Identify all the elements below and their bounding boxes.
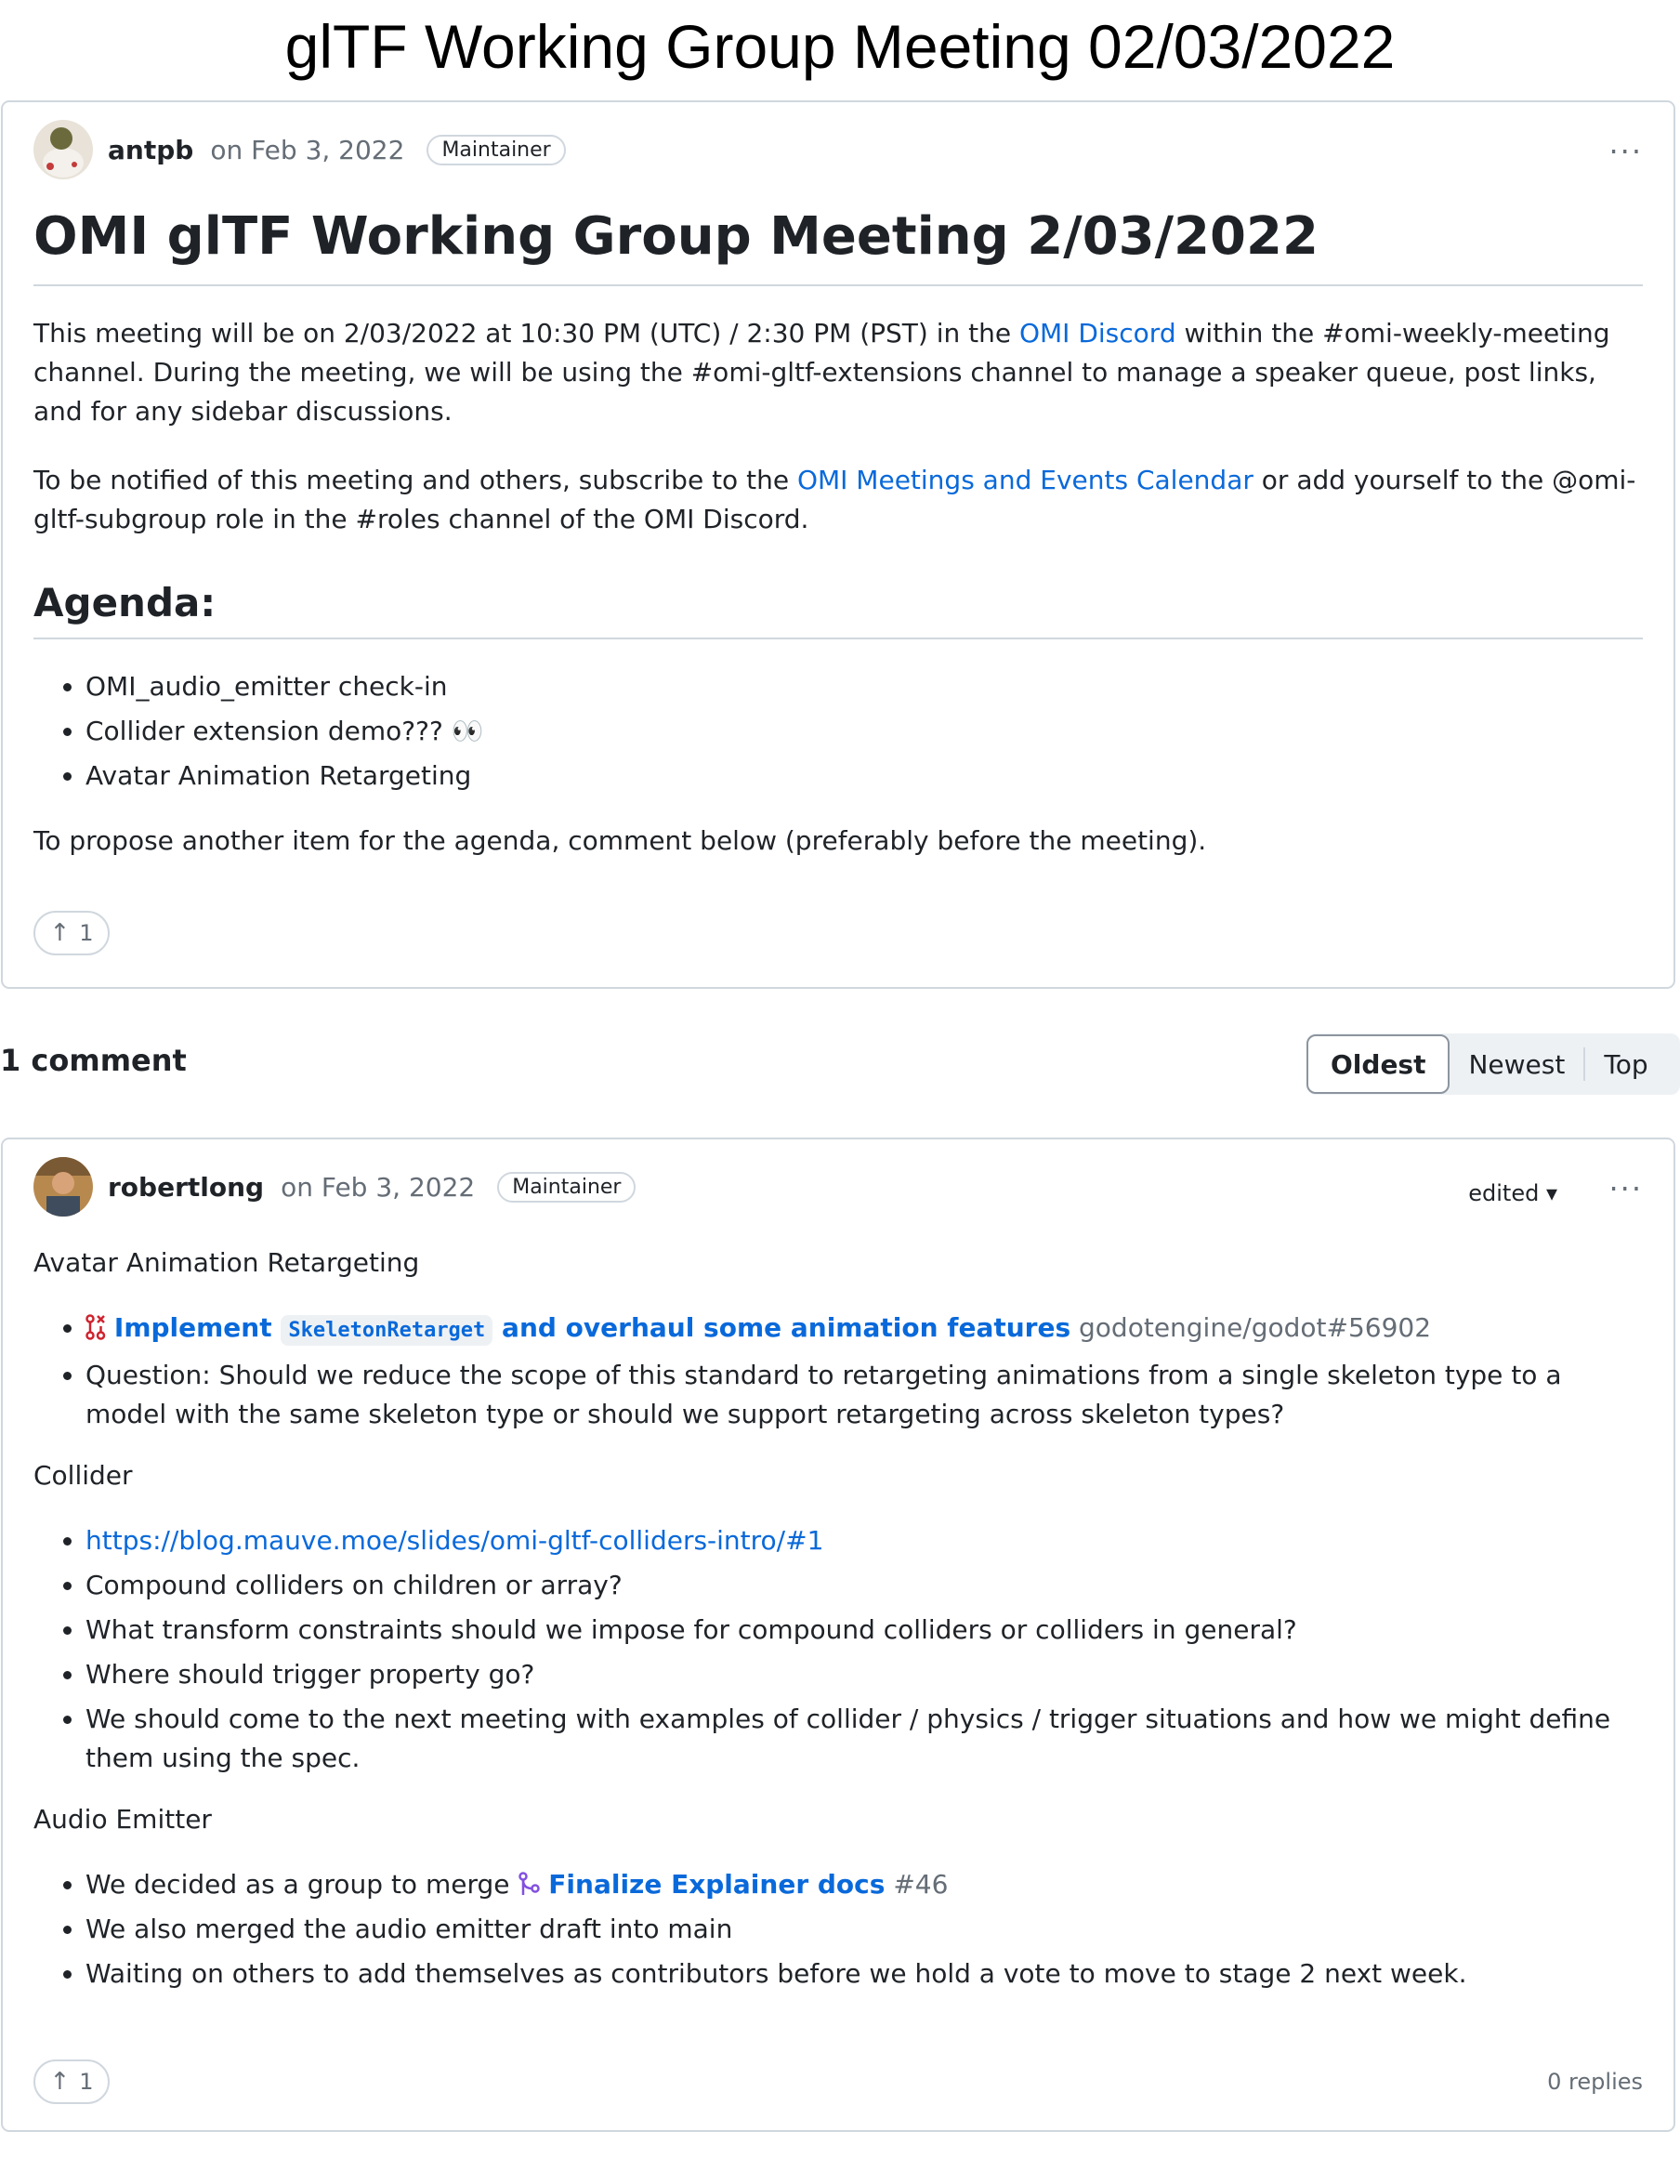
list-item: Question: Should we reduce the scope of …	[85, 1356, 1643, 1434]
agenda-list: OMI_audio_emitter check-in Collider exte…	[33, 667, 1643, 796]
meeting-info-paragraph: This meeting will be on 2/03/2022 at 10:…	[33, 314, 1643, 431]
text: and overhaul some animation features	[492, 1312, 1071, 1343]
sort-toggle: Oldest Newest Top	[1306, 1033, 1680, 1095]
arrow-up-icon: ↑	[49, 2068, 71, 2096]
collider-slides-link[interactable]: https://blog.mauve.moe/slides/omi-gltf-c…	[85, 1525, 823, 1556]
collider-list: https://blog.mauve.moe/slides/omi-gltf-c…	[33, 1521, 1643, 1778]
arrow-up-icon: ↑	[49, 919, 71, 947]
propose-text: To propose another item for the agenda, …	[33, 825, 1207, 856]
list-item: https://blog.mauve.moe/slides/omi-gltf-c…	[85, 1521, 1643, 1560]
avatar[interactable]	[33, 1157, 93, 1217]
pull-request-closed-icon	[85, 1312, 106, 1343]
list-item: Collider extension demo??? 👀	[85, 712, 1643, 751]
post-title: OMI glTF Working Group Meeting 2/03/2022	[33, 206, 1319, 267]
comment-body: Avatar Animation Retargeting Implement S…	[33, 1243, 1643, 1999]
sort-newest-button[interactable]: Newest	[1450, 1035, 1583, 1093]
edited-dropdown[interactable]: edited ▾	[1468, 1180, 1557, 1206]
divider	[33, 284, 1643, 286]
upvote-button[interactable]: ↑ 1	[33, 2059, 110, 2104]
list-item: What transform constraints should we imp…	[85, 1611, 1643, 1650]
upvote-button[interactable]: ↑ 1	[33, 911, 110, 955]
calendar-link[interactable]: OMI Meetings and Events Calendar	[797, 465, 1253, 495]
pr-reference: godotengine/godot#56902	[1070, 1312, 1432, 1343]
list-item: We also merged the audio emitter draft i…	[85, 1910, 1643, 1949]
comment-count: 1 comment	[0, 1043, 187, 1078]
notify-paragraph: To be notified of this meeting and other…	[33, 461, 1643, 539]
list-item: Waiting on others to add themselves as c…	[85, 1954, 1643, 1993]
comment-date[interactable]: on Feb 3, 2022	[281, 1172, 475, 1203]
list-item: OMI_audio_emitter check-in	[85, 667, 1643, 706]
audio-list: We decided as a group to merge Finalize …	[33, 1865, 1643, 1993]
sort-top-button[interactable]: Top	[1585, 1035, 1666, 1093]
avatar[interactable]	[33, 120, 93, 179]
post-date[interactable]: on Feb 3, 2022	[210, 135, 404, 165]
text: To be notified of this meeting and other…	[33, 465, 797, 495]
agenda-heading: Agenda:	[33, 580, 217, 625]
list-item: Compound colliders on children or array?	[85, 1566, 1643, 1605]
list-item: Avatar Animation Retargeting	[85, 757, 1643, 796]
inline-code: SkeletonRetarget	[281, 1315, 493, 1346]
vote-count: 1	[79, 2069, 94, 2095]
text: Implement	[113, 1312, 282, 1343]
section-heading: Audio Emitter	[33, 1804, 212, 1835]
text: We decided as a group to merge	[85, 1869, 518, 1900]
omi-discord-link[interactable]: OMI Discord	[1019, 318, 1176, 349]
more-options-icon[interactable]: ···	[1608, 134, 1643, 169]
list-item: Where should trigger property go?	[85, 1655, 1643, 1694]
section-heading: Avatar Animation Retargeting	[33, 1247, 420, 1278]
author-name[interactable]: antpb	[108, 135, 193, 165]
comment: robertlong on Feb 3, 2022 Maintainer edi…	[1, 1138, 1675, 2132]
retargeting-list: Implement SkeletonRetarget and overhaul …	[33, 1309, 1643, 1434]
comment-header: robertlong on Feb 3, 2022 Maintainer edi…	[33, 1154, 1643, 1219]
pull-request-link[interactable]: Finalize Explainer docs	[548, 1869, 885, 1900]
page-title: glTF Working Group Meeting 02/03/2022	[284, 12, 1396, 81]
more-options-icon[interactable]: ···	[1608, 1171, 1643, 1206]
post-header: antpb on Feb 3, 2022 Maintainer ···	[33, 117, 1643, 182]
list-item: We should come to the next meeting with …	[85, 1700, 1643, 1778]
replies-count: 0 replies	[1547, 2069, 1643, 2095]
pr-reference: #46	[885, 1869, 949, 1900]
merged-icon	[518, 1869, 541, 1900]
maintainer-badge: Maintainer	[497, 1171, 637, 1203]
list-item: Implement SkeletonRetarget and overhaul …	[85, 1309, 1643, 1350]
maintainer-badge: Maintainer	[427, 134, 566, 165]
comments-bar: 1 comment Oldest Newest Top	[0, 1033, 1680, 1097]
section-heading: Collider	[33, 1460, 133, 1491]
divider	[33, 638, 1643, 639]
list-item: We decided as a group to merge Finalize …	[85, 1865, 1643, 1904]
discussion-post: antpb on Feb 3, 2022 Maintainer ··· OMI …	[1, 100, 1675, 989]
post-body: OMI glTF Working Group Meeting 2/03/2022…	[33, 204, 1643, 861]
sort-oldest-button[interactable]: Oldest	[1306, 1034, 1450, 1094]
author-name[interactable]: robertlong	[108, 1172, 264, 1203]
text: This meeting will be on 2/03/2022 at 10:…	[33, 318, 1019, 349]
pull-request-link[interactable]: Implement SkeletonRetarget and overhaul …	[113, 1312, 1071, 1346]
vote-count: 1	[79, 920, 94, 946]
